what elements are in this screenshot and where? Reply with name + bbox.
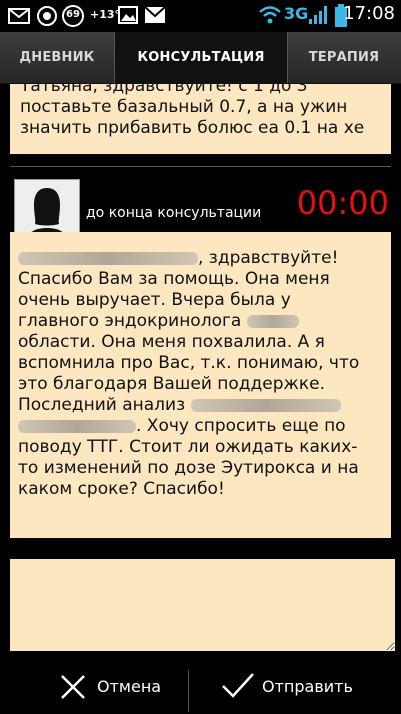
message-line: значить прибавить болюс еа 0.1 на хе <box>20 118 365 138</box>
message-line: это благодаря Вашей поддержке. <box>18 374 325 394</box>
cancel-label: Отмена <box>97 677 162 696</box>
tab-bar: ДНЕВНИК КОНСУЛЬТАЦИЯ ТЕРАПИЯ <box>0 32 401 84</box>
cancel-button[interactable]: Отмена <box>0 660 188 714</box>
message-line: . Хочу спросить еще по <box>136 416 346 436</box>
close-icon <box>61 675 85 699</box>
image-icon <box>118 6 138 24</box>
status-bar: 69 +13° 3G 17:08 <box>0 0 401 32</box>
network-type: 3G <box>284 4 309 23</box>
message-line: вспомнила про Вас, т.к. понимаю, что <box>18 353 360 373</box>
send-label: Отправить <box>262 677 353 696</box>
message-line: Последний анализ <box>18 395 186 415</box>
redacted-text <box>190 398 341 412</box>
tab-diary[interactable]: ДНЕВНИК <box>0 32 114 83</box>
message-line: Спасибо Вам за помощь. Она меня <box>18 269 330 289</box>
redacted-text <box>246 314 299 328</box>
action-bar: Отмена Отправить <box>0 660 401 714</box>
browser-icon <box>37 6 57 26</box>
clock: 17:08 <box>343 3 395 24</box>
message-line: главного эндокринолога <box>18 311 242 331</box>
patient-message: , здравствуйте! Спасибо Вам за помощь. О… <box>10 232 391 538</box>
message-list[interactable]: Татьяна, здравствуйте! с 1 до 3 поставьт… <box>10 84 391 154</box>
tab-therapy[interactable]: ТЕРАПИЯ <box>287 32 401 83</box>
message-line: поводу ТТГ. Стоит ли ожидать каких- <box>18 437 358 457</box>
countdown-label: до конца консультации <box>86 205 262 221</box>
temperature: +13° <box>90 8 121 21</box>
reply-input[interactable] <box>10 559 395 651</box>
redacted-name <box>18 251 198 265</box>
send-button[interactable]: Отправить <box>189 660 401 714</box>
signal-icon <box>309 6 327 24</box>
wifi-icon <box>259 6 281 24</box>
tab-consultation[interactable]: КОНСУЛЬТАЦИЯ <box>114 32 288 83</box>
message-line: каком сроке? Спасибо! <box>18 479 225 499</box>
message-line: то изменений по дозе Эутирокса и на <box>18 458 359 478</box>
divider <box>10 166 391 167</box>
envelope-icon <box>8 8 30 24</box>
previous-message: Татьяна, здравствуйте! с 1 до 3 поставьт… <box>10 84 391 154</box>
redacted-text <box>18 419 136 433</box>
tab-label: ДНЕВНИК <box>19 50 95 65</box>
badge-count: 69 <box>66 9 80 20</box>
message-line: области. Она меня похвалила. А я <box>18 332 325 352</box>
message-line: , здравствуйте! <box>198 248 339 268</box>
consultation-timer: 00:00 <box>296 184 389 222</box>
checkmark-icon <box>222 673 254 698</box>
button-divider <box>188 670 189 712</box>
message-line: Татьяна, здравствуйте! с 1 до 3 <box>20 84 308 96</box>
message-line: очень выручает. Вчера была у <box>18 290 291 310</box>
tab-label: КОНСУЛЬТАЦИЯ <box>137 50 265 65</box>
tab-label: ТЕРАПИЯ <box>308 50 380 65</box>
gmail-icon <box>144 6 166 23</box>
message-line: поставьте базальный 0.7, а на ужин <box>20 97 348 117</box>
